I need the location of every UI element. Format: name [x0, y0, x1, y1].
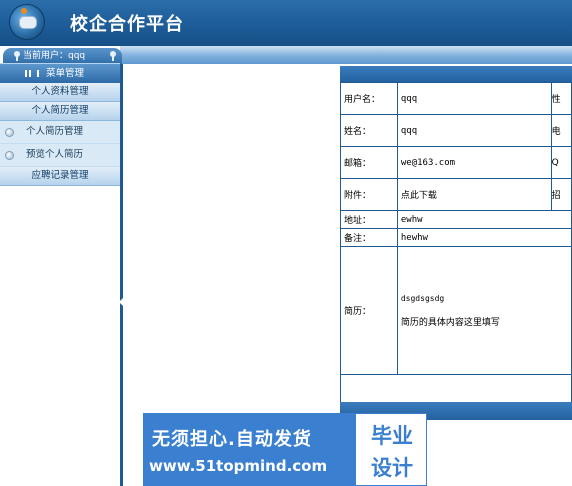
field-value: qqq [396, 82, 552, 115]
field-label: 简历： [340, 246, 398, 375]
content-header-bar [340, 66, 572, 82]
field-value: qqq [396, 114, 552, 147]
sidebar: 当前用户：qqq 菜单管理 个人资料管理 个人简历管理 个人简历管理 预览个人简… [0, 46, 122, 486]
field-value: ewhw [396, 210, 572, 229]
watermark-url: www.51topmind.com [149, 457, 328, 475]
user-icon [13, 51, 21, 61]
resume-line: dsgdsgsdg [400, 293, 445, 303]
table-row: 姓名： qqq 电 [340, 114, 572, 147]
current-user-label: 当前用户：qqq [23, 51, 86, 61]
current-user-bar: 当前用户：qqq [3, 48, 122, 64]
field-label: 附件： [340, 178, 398, 211]
sidebar-item-label: 预览个人简历 [26, 149, 84, 160]
sidebar-section-profile[interactable]: 个人资料管理 [0, 83, 120, 102]
sidebar-item-manage-resume[interactable]: 个人简历管理 [0, 121, 120, 144]
resume-content: dsgdsgsdg 简历的具体内容这里填写 [396, 246, 572, 375]
watermark-badge: 毕业 设计 [355, 413, 427, 486]
menu-icon [25, 70, 39, 77]
table-row: 地址： ewhw [340, 210, 572, 229]
table-row: 附件： 点此下载 招 [340, 178, 572, 211]
table-row: 邮箱： we@163.com Q [340, 146, 572, 179]
field-value: hewhw [396, 228, 572, 247]
field-label-clipped: 性 [550, 82, 572, 115]
field-label: 用户名： [340, 82, 398, 115]
empty-cell [340, 374, 572, 403]
field-label: 姓名： [340, 114, 398, 147]
resume-table: 用户名： qqq 性 姓名： qqq 电 邮箱： we@163.com Q 附件… [340, 82, 572, 403]
field-label: 邮箱： [340, 146, 398, 179]
attachment-download-link[interactable]: 点此下载 [396, 178, 552, 211]
field-value: we@163.com [396, 146, 552, 179]
field-label-clipped: 电 [550, 114, 572, 147]
badge-text-bottom: 设计 [371, 456, 413, 480]
sidebar-item-preview-resume[interactable]: 预览个人简历 [0, 144, 120, 167]
sidebar-item-label: 个人简历管理 [26, 126, 84, 137]
table-row: 用户名： qqq 性 [340, 82, 572, 115]
watermark-banner: 无须担心.自动发货 www.51topmind.com [143, 413, 355, 486]
app-header: 校企合作平台 [0, 0, 572, 46]
field-label: 备注： [340, 228, 398, 247]
user-icon-right [109, 51, 117, 61]
badge-text-top: 毕业 [371, 424, 413, 448]
menu-header-label: 菜单管理 [46, 68, 85, 79]
field-label-clipped: 招 [550, 178, 572, 211]
app-title: 校企合作平台 [70, 14, 184, 35]
field-label-clipped: Q [550, 146, 572, 179]
sidebar-section-resume[interactable]: 个人简历管理 [0, 102, 120, 121]
logo-icon [9, 4, 45, 40]
field-label: 地址： [340, 210, 398, 229]
table-row [340, 374, 572, 403]
table-row: 简历： dsgdsgsdg 简历的具体内容这里填写 [340, 246, 572, 375]
table-row: 备注： hewhw [340, 228, 572, 247]
sidebar-section-applications[interactable]: 应聘记录管理 [0, 167, 120, 186]
watermark-text: 无须担心.自动发货 [152, 429, 312, 450]
bullet-icon [5, 151, 14, 160]
menu-header[interactable]: 菜单管理 [0, 63, 120, 84]
resume-line: 简历的具体内容这里填写 [400, 317, 500, 328]
bullet-icon [5, 128, 14, 137]
